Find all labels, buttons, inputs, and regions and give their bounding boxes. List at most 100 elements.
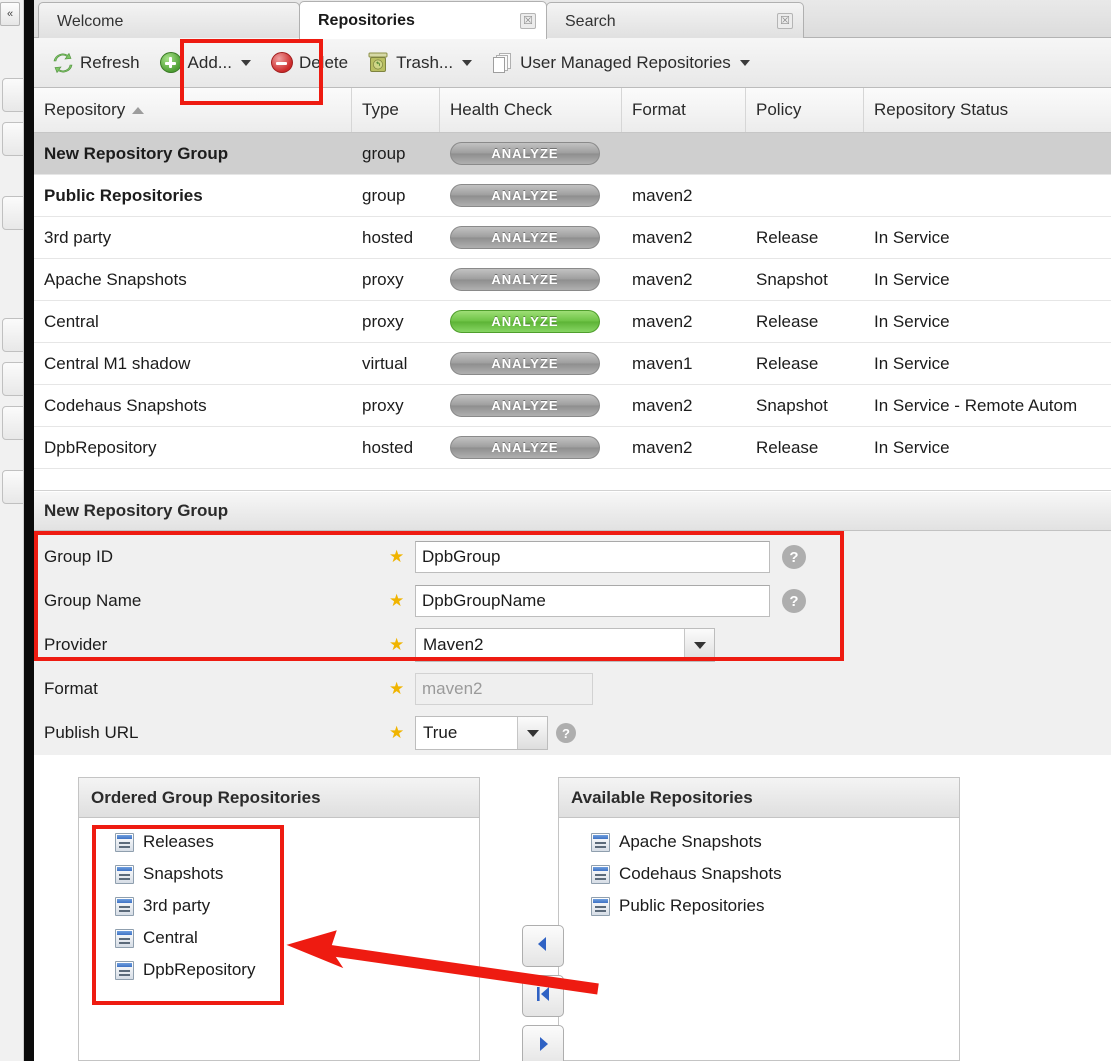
cell-health-check: ANALYZE (440, 175, 622, 216)
list-item[interactable]: Releases (91, 826, 479, 858)
input-group-name[interactable] (415, 585, 770, 617)
analyze-button[interactable]: ANALYZE (450, 436, 600, 459)
chevron-down-icon[interactable] (739, 59, 750, 66)
table-row[interactable]: Central M1 shadow virtual ANALYZE maven1 Rel… (34, 343, 1111, 385)
arrow-right-icon (533, 1034, 553, 1059)
list-item[interactable]: Public Repositories (571, 890, 959, 922)
available-repositories-list[interactable]: Apache Snapshots Codehaus Snapshots Public… (559, 818, 959, 1060)
cell-format: maven2 (632, 227, 693, 247)
list-item[interactable]: DpbRepository (91, 954, 479, 986)
list-item[interactable]: Snapshots (91, 858, 479, 890)
transfer-buttons (522, 925, 568, 1061)
list-item[interactable]: Apache Snapshots (571, 826, 959, 858)
user-managed-repositories-button[interactable]: User Managed Repositories (482, 45, 760, 81)
cell-health-check: ANALYZE (440, 343, 622, 384)
close-icon[interactable]: ☒ (520, 12, 536, 29)
sort-ascending-icon (132, 106, 145, 114)
cell-type: group (362, 185, 406, 205)
cell-health-check: ANALYZE (440, 301, 622, 342)
form-label-publish-url: Publish URL (44, 723, 139, 742)
rail-stub[interactable] (2, 470, 23, 504)
list-item[interactable]: 3rd party (91, 890, 479, 922)
move-left-button[interactable] (522, 925, 564, 967)
help-icon[interactable]: ? (782, 545, 806, 569)
cell-policy: Release (756, 353, 819, 373)
analyze-button[interactable]: ANALYZE (450, 352, 600, 375)
form-row-provider: Provider ★ Maven2 (34, 623, 1111, 667)
cell-type: proxy (362, 395, 404, 415)
rail-stub[interactable] (2, 406, 23, 440)
list-item-label: Codehaus Snapshots (619, 864, 782, 883)
tab-search-label: Search (565, 13, 616, 30)
form-label-provider: Provider (44, 635, 108, 654)
rail-stub[interactable] (2, 362, 23, 396)
trash-button[interactable]: Trash... (358, 45, 482, 81)
column-header-policy[interactable]: Policy (746, 88, 864, 132)
refresh-button[interactable]: Refresh (42, 45, 150, 81)
grid-header: Repository Type Health Check Format Poli… (34, 88, 1111, 133)
rail-collapse-button[interactable]: « (0, 2, 20, 26)
form-label-group-name: Group Name (44, 591, 142, 610)
add-circle-icon (159, 52, 182, 73)
list-item[interactable]: Central (91, 922, 479, 954)
transfer-area: Ordered Group Repositories Releases Snaps… (78, 777, 1111, 1061)
table-row[interactable]: 3rd party hosted ANALYZE maven2 Release In Se… (34, 217, 1111, 259)
select-publish-url[interactable]: True (415, 716, 548, 750)
table-row[interactable]: New Repository Group group ANALYZE (34, 133, 1111, 175)
table-row[interactable]: DpbRepository hosted ANALYZE maven2 Release I… (34, 427, 1111, 469)
rail-stub[interactable] (2, 318, 23, 352)
available-repositories-title: Available Repositories (559, 778, 959, 818)
analyze-button[interactable]: ANALYZE (450, 268, 600, 291)
analyze-button[interactable]: ANALYZE (450, 310, 600, 333)
move-all-left-button[interactable] (522, 975, 564, 1017)
input-group-id[interactable] (415, 541, 770, 573)
repository-document-icon (115, 832, 134, 852)
column-header-health-check[interactable]: Health Check (440, 88, 622, 132)
cell-health-check: ANALYZE (440, 259, 622, 300)
column-header-type[interactable]: Type (352, 88, 440, 132)
cell-type: hosted (362, 437, 414, 457)
analyze-button[interactable]: ANALYZE (450, 394, 600, 417)
column-header-repository[interactable]: Repository (34, 88, 352, 132)
help-icon[interactable]: ? (556, 723, 576, 743)
required-star-icon: ★ (389, 635, 405, 654)
move-right-button[interactable] (522, 1025, 564, 1061)
ordered-group-repositories-list[interactable]: Releases Snapshots 3rd party Central DpbRepo… (79, 818, 479, 1060)
tab-repositories[interactable]: Repositories ☒ (299, 1, 547, 39)
chevron-down-icon[interactable] (462, 59, 473, 66)
close-icon[interactable]: ☒ (777, 13, 793, 29)
analyze-button[interactable]: ANALYZE (450, 226, 600, 249)
add-button[interactable]: Add... (150, 45, 261, 81)
table-row[interactable]: Codehaus Snapshots proxy ANALYZE maven2 Snap… (34, 385, 1111, 427)
chevron-down-icon[interactable] (517, 717, 547, 749)
chevron-down-icon[interactable] (684, 629, 714, 661)
list-item-label: Central (143, 928, 198, 947)
rail-stub[interactable] (2, 196, 23, 230)
cell-repository-status: In Service (874, 311, 950, 331)
list-item-label: DpbRepository (143, 960, 256, 979)
table-row[interactable]: Public Repositories group ANALYZE maven2 (34, 175, 1111, 217)
table-row[interactable]: Central proxy ANALYZE maven2 Release In Servi… (34, 301, 1111, 343)
cell-policy: Snapshot (756, 395, 828, 415)
ordered-group-repositories-panel: Ordered Group Repositories Releases Snaps… (78, 777, 480, 1061)
cell-health-check: ANALYZE (440, 133, 622, 174)
rail-stub[interactable] (2, 122, 23, 156)
rail-stub[interactable] (2, 78, 23, 112)
column-header-format[interactable]: Format (622, 88, 746, 132)
help-icon[interactable]: ? (782, 589, 806, 613)
tab-search[interactable]: Search ☒ (546, 2, 804, 39)
table-row[interactable]: Apache Snapshots proxy ANALYZE maven2 Snapsh… (34, 259, 1111, 301)
repository-document-icon (115, 864, 134, 884)
analyze-button[interactable]: ANALYZE (450, 142, 600, 165)
analyze-button[interactable]: ANALYZE (450, 184, 600, 207)
tab-welcome[interactable]: Welcome (38, 2, 300, 39)
form-row-format: Format ★ (34, 667, 1111, 711)
chevron-down-icon[interactable] (240, 59, 251, 66)
list-item-label: Releases (143, 832, 214, 851)
cell-repository-status: In Service (874, 269, 950, 289)
trash-icon (368, 52, 390, 73)
select-provider[interactable]: Maven2 (415, 628, 715, 662)
column-header-repository-status[interactable]: Repository Status (864, 88, 1111, 132)
list-item[interactable]: Codehaus Snapshots (571, 858, 959, 890)
delete-button[interactable]: Delete (261, 45, 358, 81)
